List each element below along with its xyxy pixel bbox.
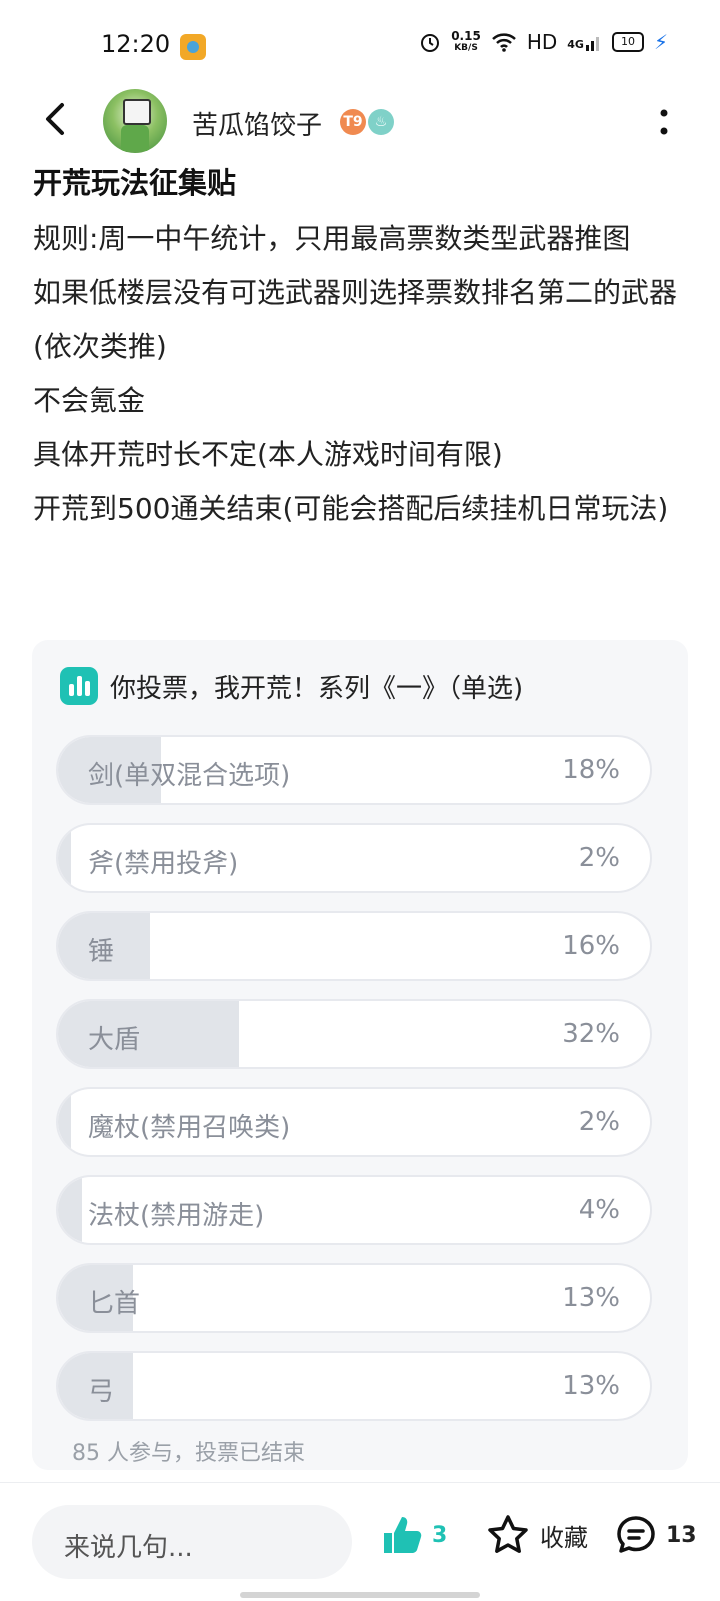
poll-card: 你投票，我开荒！系列《一》（单选) 剑(单双混合选项) 18% 斧(禁用投斧) 2% 锤… (32, 640, 688, 1470)
poll-option-bar (58, 1001, 240, 1067)
network-speed: 0.15 KB/S (451, 30, 481, 54)
network-speed-unit: KB/S (454, 43, 478, 53)
like-button[interactable]: 3 (380, 1513, 447, 1557)
charging-icon: ⚡ (653, 30, 668, 54)
poll-option-percent: 13% (562, 1283, 620, 1313)
level-badge-icon: T9 (340, 109, 366, 135)
battery-icon: 10 (611, 32, 644, 52)
status-time: 12:20 (101, 30, 171, 58)
poll-option[interactable]: 魔杖(禁用召唤类) 2% (56, 1087, 652, 1157)
post-body: 规则:周一中午统计，只用最高票数类型武器推图 如果低楼层没有可选武器则选择票数排… (33, 212, 683, 536)
favorite-label: 收藏 (540, 1523, 588, 1552)
like-count: 3 (432, 1522, 448, 1548)
thumbs-up-icon (384, 1517, 422, 1553)
poll-option-bar (58, 825, 72, 891)
poll-option-percent: 32% (562, 1019, 620, 1049)
post-title: 开荒玩法征集贴 (33, 166, 237, 200)
network-type: 4G (567, 33, 602, 51)
alarm-icon (421, 34, 440, 52)
comment-placeholder: 来说几句... (64, 1533, 193, 1563)
bottom-action-bar: 来说几句... 3 收藏 13 (0, 1482, 720, 1601)
comment-count: 13 (666, 1522, 697, 1548)
wifi-icon (491, 33, 516, 52)
poll-status: 85 人参与，投票已结束 (72, 1441, 305, 1466)
poll-option-percent: 18% (562, 755, 620, 785)
poll-option[interactable]: 匕首 13% (56, 1263, 652, 1333)
poll-header: 你投票，我开荒！系列《一》（单选) (60, 666, 523, 706)
poll-option-percent: 13% (562, 1371, 620, 1401)
poll-option-label: 匕首 (88, 1289, 141, 1319)
poll-option[interactable]: 斧(禁用投斧) 2% (56, 823, 652, 893)
avatar[interactable] (103, 89, 167, 153)
poll-option-label: 法杖(禁用游走) (88, 1201, 265, 1231)
post-line: 具体开荒时长不定(本人游戏时间有限) (33, 438, 503, 471)
post-header: 苦瓜馅饺子 T9 ♨ (0, 85, 720, 155)
star-icon (488, 1515, 528, 1553)
poll-option-percent: 2% (578, 1107, 620, 1137)
poll-options: 剑(单双混合选项) 18% 斧(禁用投斧) 2% 锤 16% 大盾 32% 魔杖(禁用召唤类) 2… (56, 735, 652, 1439)
poll-option-label: 锤 (88, 937, 115, 967)
hd-indicator: HD (526, 30, 558, 54)
poll-chart-icon (60, 667, 98, 705)
poll-option[interactable]: 剑(单双混合选项) 18% (56, 735, 652, 805)
poll-option[interactable]: 大盾 32% (56, 999, 652, 1069)
poll-option-label: 弓 (88, 1377, 115, 1407)
status-icons: 0.15 KB/S HD 4G 10 ⚡ (419, 30, 668, 54)
post-line: 如果低楼层没有可选武器则选择票数排名第二的武器(依次类推) (33, 276, 678, 363)
author-name[interactable]: 苦瓜馅饺子 (192, 105, 322, 142)
network-speed-value: 0.15 (451, 29, 481, 43)
poll-option-label: 大盾 (88, 1025, 141, 1055)
status-bar: 12:20 0.15 KB/S HD 4G 10 ⚡ (0, 0, 720, 96)
more-options-icon[interactable] (658, 107, 670, 137)
favorite-button[interactable]: 收藏 (486, 1513, 588, 1557)
poll-option[interactable]: 锤 16% (56, 911, 652, 981)
poll-option-label: 斧(禁用投斧) (88, 849, 239, 879)
poll-option[interactable]: 法杖(禁用游走) 4% (56, 1175, 652, 1245)
poll-title: 你投票，我开荒！系列《一》（单选) (110, 673, 524, 704)
poll-option-percent: 2% (578, 843, 620, 873)
network-type-label: 4G (567, 38, 584, 51)
poll-option-percent: 16% (562, 931, 620, 961)
comment-bubble-icon (617, 1516, 655, 1553)
app-notification-icon (180, 34, 206, 60)
poll-option[interactable]: 弓 13% (56, 1351, 652, 1421)
flame-badge-icon: ♨ (368, 109, 394, 135)
poll-option-bar (58, 1089, 72, 1155)
poll-option-percent: 4% (578, 1195, 620, 1225)
poll-option-label: 魔杖(禁用召唤类) (88, 1113, 291, 1143)
post-line: 开荒到500通关结束(可能会搭配后续挂机日常玩法) (33, 492, 669, 525)
signal-icon (585, 37, 599, 51)
comment-button[interactable]: 13 (614, 1513, 697, 1557)
comment-input[interactable]: 来说几句... (32, 1505, 352, 1579)
poll-option-bar (58, 1177, 83, 1243)
back-arrow-icon[interactable] (38, 101, 74, 137)
post-line: 规则:周一中午统计，只用最高票数类型武器推图 (33, 222, 631, 255)
home-indicator[interactable] (240, 1592, 480, 1598)
poll-option-label: 剑(单双混合选项) (88, 761, 291, 791)
post-line: 不会氪金 (33, 384, 146, 417)
